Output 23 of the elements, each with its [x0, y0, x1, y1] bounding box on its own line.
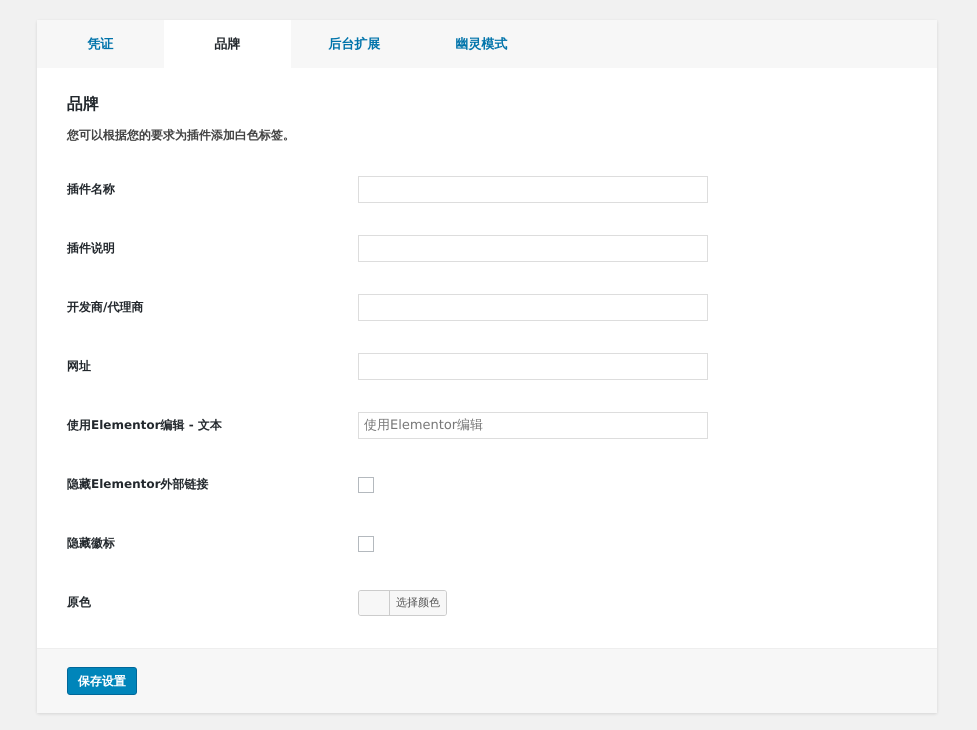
input-field[interactable]: 使用Elementor编辑: [358, 412, 708, 439]
tab[interactable]: 后台扩展: [291, 20, 418, 68]
checkbox[interactable]: [358, 536, 374, 552]
field-label: 隐藏Elementor外部链接: [67, 476, 210, 493]
section-description: 您可以根据您的要求为插件添加白色标签。: [67, 127, 296, 144]
tab[interactable]: 凭证: [37, 20, 164, 68]
tab[interactable]: 品牌: [164, 20, 291, 68]
field-label: 原色: [67, 594, 92, 611]
color-picker-button[interactable]: 选择颜色: [358, 590, 447, 616]
section-title: 品牌: [67, 94, 100, 115]
checkbox[interactable]: [358, 476, 374, 492]
tab[interactable]: 幽灵模式: [418, 20, 545, 68]
input-field[interactable]: [358, 294, 708, 321]
field-label: 隐藏徽标: [67, 535, 116, 552]
field-label: 插件说明: [67, 240, 116, 257]
save-button[interactable]: 保存设置: [67, 667, 137, 695]
field-label: 插件名称: [67, 181, 116, 198]
input-field[interactable]: [358, 235, 708, 262]
field-label: 使用Elementor编辑 - 文本: [67, 417, 223, 434]
field-label: 开发商/代理商: [67, 299, 144, 316]
input-field[interactable]: [358, 176, 708, 203]
field-label: 网址: [67, 358, 92, 375]
input-field[interactable]: [358, 353, 708, 380]
